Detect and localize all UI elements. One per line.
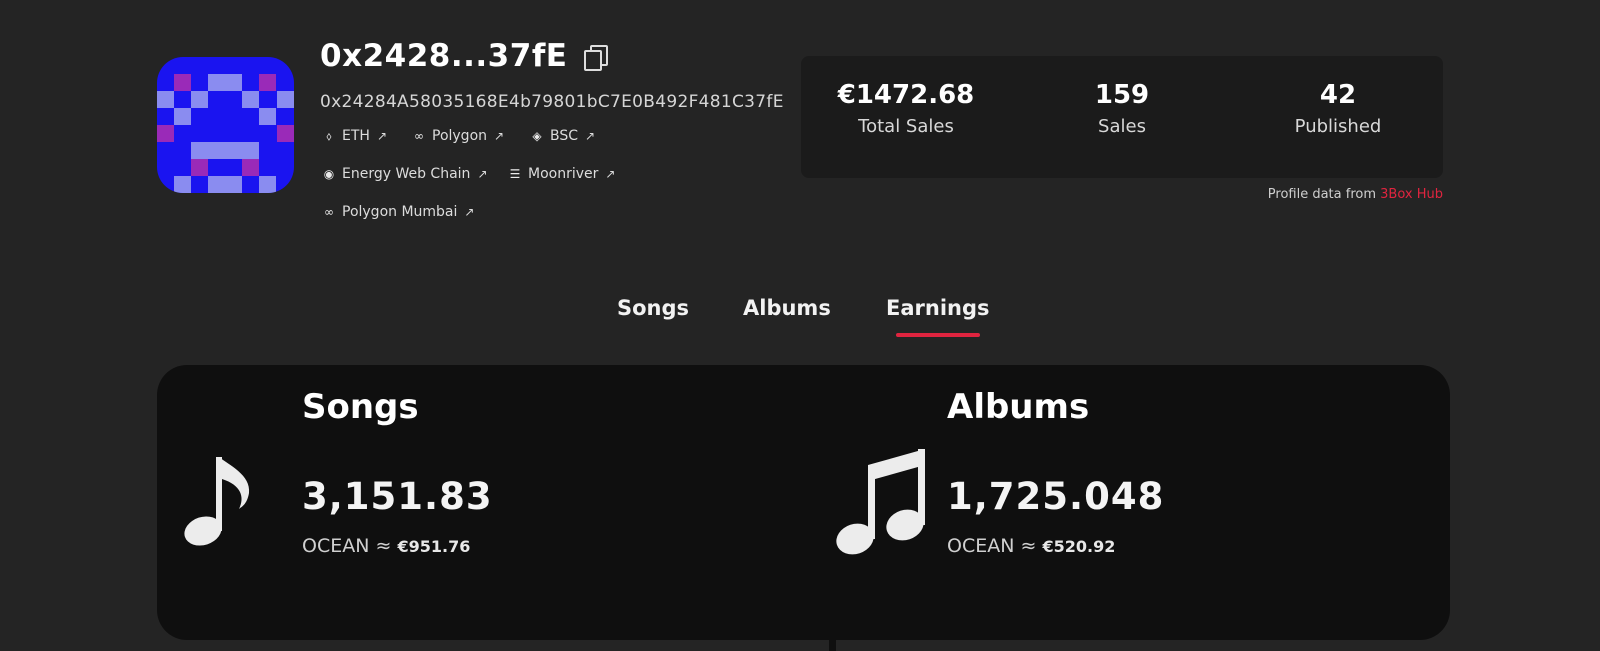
stat-value: 42 bbox=[1319, 80, 1357, 110]
earnings-songs-title: Songs bbox=[302, 387, 419, 427]
energy-web-icon: ◉ bbox=[323, 167, 335, 181]
earnings-albums-title: Albums bbox=[947, 387, 1090, 427]
network-link-moonriver[interactable]: ☰ Moonriver ↗ bbox=[508, 166, 616, 182]
stat-sales: 159 Sales bbox=[1017, 80, 1227, 137]
polygon-icon: ∞ bbox=[324, 205, 334, 219]
external-link-icon: ↗ bbox=[477, 167, 488, 181]
stat-label: Total Sales bbox=[858, 116, 954, 137]
moonriver-icon: ☰ bbox=[509, 167, 521, 181]
profile-address-short: 0x2428...37fE bbox=[320, 38, 609, 74]
earnings-songs-value: 3,151.83 bbox=[302, 475, 493, 518]
external-link-icon: ↗ bbox=[376, 129, 387, 143]
external-link-icon: ↗ bbox=[494, 129, 505, 143]
profile-source-prefix: Profile data from bbox=[1267, 187, 1377, 202]
external-link-icon: ↗ bbox=[585, 129, 596, 143]
stat-total-sales: €1472.68 Total Sales bbox=[801, 80, 1011, 137]
music-notes-icon bbox=[836, 449, 925, 555]
tab-earnings[interactable]: Earnings bbox=[886, 296, 990, 320]
approx-symbol: ≈ bbox=[1020, 535, 1037, 557]
address-short-text: 0x2428...37fE bbox=[320, 38, 568, 74]
external-link-icon: ↗ bbox=[464, 205, 475, 219]
earnings-unit: OCEAN bbox=[302, 535, 370, 557]
network-label: BSC bbox=[550, 128, 579, 144]
earnings-songs-fiat: OCEAN ≈ €951.76 bbox=[302, 535, 470, 557]
earnings-fiat-value: €951.76 bbox=[397, 537, 471, 556]
earnings-albums-fiat: OCEAN ≈ €520.92 bbox=[947, 535, 1115, 557]
network-label: Moonriver bbox=[528, 166, 599, 182]
active-tab-indicator bbox=[896, 333, 980, 337]
network-link-eth[interactable]: ⬨ ETH ↗ bbox=[322, 128, 387, 144]
stat-published: 42 Published bbox=[1233, 80, 1443, 137]
earnings-fiat-value: €520.92 bbox=[1042, 537, 1116, 556]
network-label: ETH bbox=[342, 128, 370, 144]
network-link-polygon-mumbai[interactable]: ∞ Polygon Mumbai ↗ bbox=[322, 204, 474, 220]
profile-address-full: 0x24284A58035168E4b79801bC7E0B492F481C37… bbox=[320, 92, 784, 112]
external-link-icon: ↗ bbox=[605, 167, 616, 181]
bsc-icon: ◈ bbox=[532, 129, 542, 143]
earnings-panel: Songs 3,151.83 OCEAN ≈ €951.76 Albums 1,… bbox=[157, 365, 1450, 640]
stat-value: €1472.68 bbox=[837, 80, 975, 110]
network-link-polygon[interactable]: ∞ Polygon ↗ bbox=[412, 128, 504, 144]
earnings-albums-value: 1,725.048 bbox=[947, 475, 1165, 518]
network-label: Polygon bbox=[432, 128, 488, 144]
3box-hub-link[interactable]: 3Box Hub bbox=[1380, 187, 1443, 202]
stat-label: Published bbox=[1294, 116, 1382, 137]
polygon-icon: ∞ bbox=[414, 129, 424, 143]
network-link-energy-web-chain[interactable]: ◉ Energy Web Chain ↗ bbox=[322, 166, 488, 182]
eth-icon: ⬨ bbox=[326, 128, 332, 143]
network-link-bsc[interactable]: ◈ BSC ↗ bbox=[530, 128, 595, 144]
approx-symbol: ≈ bbox=[375, 535, 392, 557]
stat-value: 159 bbox=[1094, 80, 1150, 110]
stats-panel: €1472.68 Total Sales 159 Sales 42 Publis… bbox=[801, 56, 1443, 178]
tab-songs[interactable]: Songs bbox=[617, 296, 689, 320]
avatar bbox=[157, 57, 294, 193]
network-label: Polygon Mumbai bbox=[342, 204, 458, 220]
network-label: Energy Web Chain bbox=[342, 166, 471, 182]
earnings-unit: OCEAN bbox=[947, 535, 1015, 557]
profile-source: Profile data from 3Box Hub bbox=[1268, 187, 1443, 202]
stat-label: Sales bbox=[1098, 116, 1146, 137]
music-note-icon bbox=[184, 457, 250, 546]
panel-connector bbox=[829, 640, 836, 651]
tab-albums[interactable]: Albums bbox=[743, 296, 831, 320]
copy-icon[interactable] bbox=[583, 43, 609, 71]
